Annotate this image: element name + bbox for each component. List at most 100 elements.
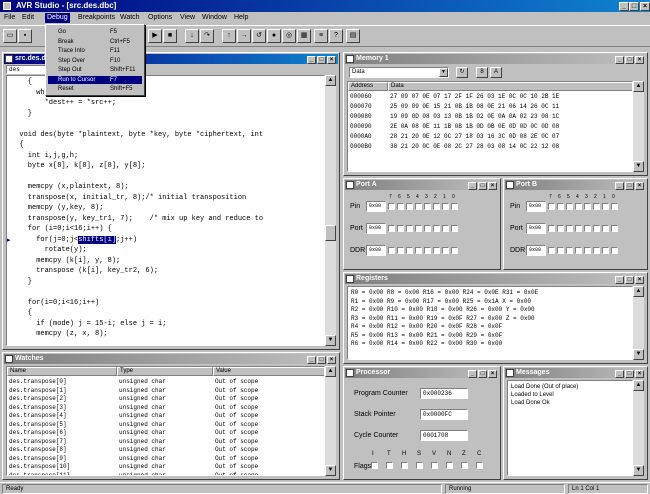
port-b-row-value[interactable]: 0x00 (526, 223, 546, 234)
scroll-up-icon[interactable]: ▲ (325, 75, 336, 86)
table-row[interactable]: 0000B0 38 21 20 0C 0E 08 2C 27 28 03 08 1… (348, 143, 632, 152)
port-a-bit-checkbox[interactable] (388, 203, 395, 210)
port-b-bit-checkbox[interactable] (593, 225, 600, 232)
run-to-cursor-icon[interactable]: → (237, 29, 251, 43)
port-b-bit-checkbox[interactable] (602, 203, 609, 210)
go-icon[interactable]: ▶ (148, 29, 162, 43)
flag-checkbox[interactable] (401, 462, 408, 469)
port-b-bit-checkbox[interactable] (557, 247, 564, 254)
watch-minimize-button[interactable]: _ (307, 356, 316, 364)
messages-minimize-button[interactable]: _ (615, 370, 624, 378)
port-a-bit-checkbox[interactable] (424, 225, 431, 232)
port-a-bit-checkbox[interactable] (388, 225, 395, 232)
scroll-down-icon[interactable]: ▼ (633, 161, 644, 172)
table-row[interactable]: des.transpose[9] unsigned char Out of scop… (7, 455, 324, 463)
table-row[interactable]: 000060 27 09 07 0E 07 17 2F 1F 26 03 1E 0… (348, 93, 632, 102)
port-a-bit-checkbox[interactable] (406, 203, 413, 210)
port-b-bit-checkbox[interactable] (593, 247, 600, 254)
code-editor[interactable]: { while (k--) *dest++ = *src++; } void d… (6, 75, 325, 346)
port-a-row-value[interactable]: 0x00 (366, 245, 386, 256)
menu-breakpoints[interactable]: Breakpoints (76, 13, 117, 23)
register-icon[interactable]: ≡ (314, 29, 328, 43)
table-row[interactable]: des.transpose[6] unsigned char Out of scop… (7, 429, 324, 437)
table-row[interactable]: 000090 2E 0A 08 0E 11 1B 0B 1B 0D 0B 0E 0… (348, 123, 632, 132)
help-icon[interactable]: ? (329, 29, 343, 43)
step-out-icon[interactable]: ↑ (222, 29, 236, 43)
menu-options[interactable]: Options (146, 13, 174, 23)
menu-debug[interactable]: Debug (45, 13, 70, 23)
port-a-row-value[interactable]: 0x00 (366, 223, 386, 234)
messages-vertical-scrollbar[interactable]: ▲ ▼ (633, 380, 644, 476)
watch-header-type[interactable]: Type (117, 367, 213, 376)
debug-menu-item[interactable]: Break Ctrl+F5 (48, 38, 142, 46)
port-a-bit-checkbox[interactable] (451, 247, 458, 254)
watch-maximize-button[interactable]: □ (317, 356, 326, 364)
registers-close-button[interactable]: × (635, 276, 644, 284)
flag-checkbox[interactable] (476, 462, 483, 469)
table-row[interactable]: des.transpose[5] unsigned char Out of scop… (7, 421, 324, 429)
port-b-bit-checkbox[interactable] (575, 203, 582, 210)
table-row[interactable]: des.transpose[11] unsigned char Out of sco… (7, 472, 324, 476)
scroll-up-icon[interactable]: ▲ (633, 81, 644, 92)
port-b-bit-checkbox[interactable] (602, 225, 609, 232)
memory-icon[interactable]: ▦ (297, 29, 311, 43)
open-icon[interactable]: ▭ (3, 29, 17, 43)
memory-maximize-button[interactable]: □ (625, 56, 634, 64)
port-a-bit-checkbox[interactable] (424, 203, 431, 210)
table-row[interactable]: des.transpose[0] unsigned char Out of scop… (7, 378, 324, 386)
table-row[interactable]: 0000A0 28 21 20 0E 12 0C 27 18 03 16 3C 0… (348, 133, 632, 142)
table-row[interactable]: 000080 19 09 0D 08 03 13 0B 1B 02 0E 0A 0… (348, 113, 632, 122)
scroll-down-icon[interactable]: ▼ (325, 335, 336, 346)
processor-minimize-button[interactable]: _ (468, 370, 477, 378)
watch-close-button[interactable]: × (327, 356, 336, 364)
port-b-bit-checkbox[interactable] (611, 247, 618, 254)
port-b-bit-checkbox[interactable] (584, 203, 591, 210)
program-counter-field[interactable]: 0x000236 (420, 388, 468, 399)
port-a-maximize-button[interactable]: □ (478, 182, 487, 190)
menu-file[interactable]: File (2, 13, 17, 23)
maximize-button[interactable]: □ (629, 2, 639, 11)
memory-minimize-button[interactable]: _ (615, 56, 624, 64)
debug-menu-item[interactable]: Step Out Shift+F11 (48, 66, 142, 74)
stop-icon[interactable]: ■ (163, 29, 177, 43)
memory-format-icon[interactable]: 8 (476, 67, 488, 78)
table-row[interactable]: des.transpose[4] unsigned char Out of scop… (7, 412, 324, 420)
memory-type-combo[interactable]: Data ▼ (349, 67, 449, 78)
scroll-up-icon[interactable]: ▲ (633, 286, 644, 297)
scroll-down-icon[interactable]: ▼ (633, 465, 644, 476)
menu-view[interactable]: View (178, 13, 197, 23)
port-a-bit-checkbox[interactable] (424, 247, 431, 254)
close-button[interactable]: × (640, 2, 650, 11)
minimize-button[interactable]: _ (619, 2, 629, 11)
messages-close-button[interactable]: × (635, 370, 644, 378)
port-b-bit-checkbox[interactable] (584, 247, 591, 254)
registers-minimize-button[interactable]: _ (615, 276, 624, 284)
port-a-bit-checkbox[interactable] (451, 203, 458, 210)
port-a-bit-checkbox[interactable] (415, 203, 422, 210)
debug-menu-item[interactable]: Trace Into F11 (48, 47, 142, 55)
messages-maximize-button[interactable]: □ (625, 370, 634, 378)
port-b-bit-checkbox[interactable] (611, 203, 618, 210)
port-a-bit-checkbox[interactable] (415, 247, 422, 254)
port-b-bit-checkbox[interactable] (611, 225, 618, 232)
port-b-bit-checkbox[interactable] (575, 247, 582, 254)
port-b-bit-checkbox[interactable] (566, 225, 573, 232)
port-a-bit-checkbox[interactable] (397, 203, 404, 210)
menu-window[interactable]: Window (200, 13, 229, 23)
debug-menu-item[interactable]: Reset Shift+F5 (48, 85, 142, 93)
table-row[interactable]: des.transpose[10] unsigned char Out of sco… (7, 463, 324, 471)
save-icon[interactable]: ▪ (18, 29, 32, 43)
port-b-bit-checkbox[interactable] (548, 203, 555, 210)
port-a-bit-checkbox[interactable] (442, 247, 449, 254)
port-b-maximize-button[interactable]: □ (625, 182, 634, 190)
code-minimize-button[interactable]: _ (307, 56, 316, 64)
debug-menu-item[interactable]: Step Over F10 (48, 57, 142, 65)
port-a-bit-checkbox[interactable] (397, 225, 404, 232)
watch-vertical-scrollbar[interactable]: ▲ ▼ (325, 366, 336, 476)
chevron-down-icon[interactable]: ▼ (439, 68, 448, 77)
code-close-button[interactable]: × (327, 56, 336, 64)
port-b-bit-checkbox[interactable] (557, 225, 564, 232)
watch-header-value[interactable]: Value (213, 367, 324, 376)
flag-checkbox[interactable] (461, 462, 468, 469)
port-a-bit-checkbox[interactable] (388, 247, 395, 254)
